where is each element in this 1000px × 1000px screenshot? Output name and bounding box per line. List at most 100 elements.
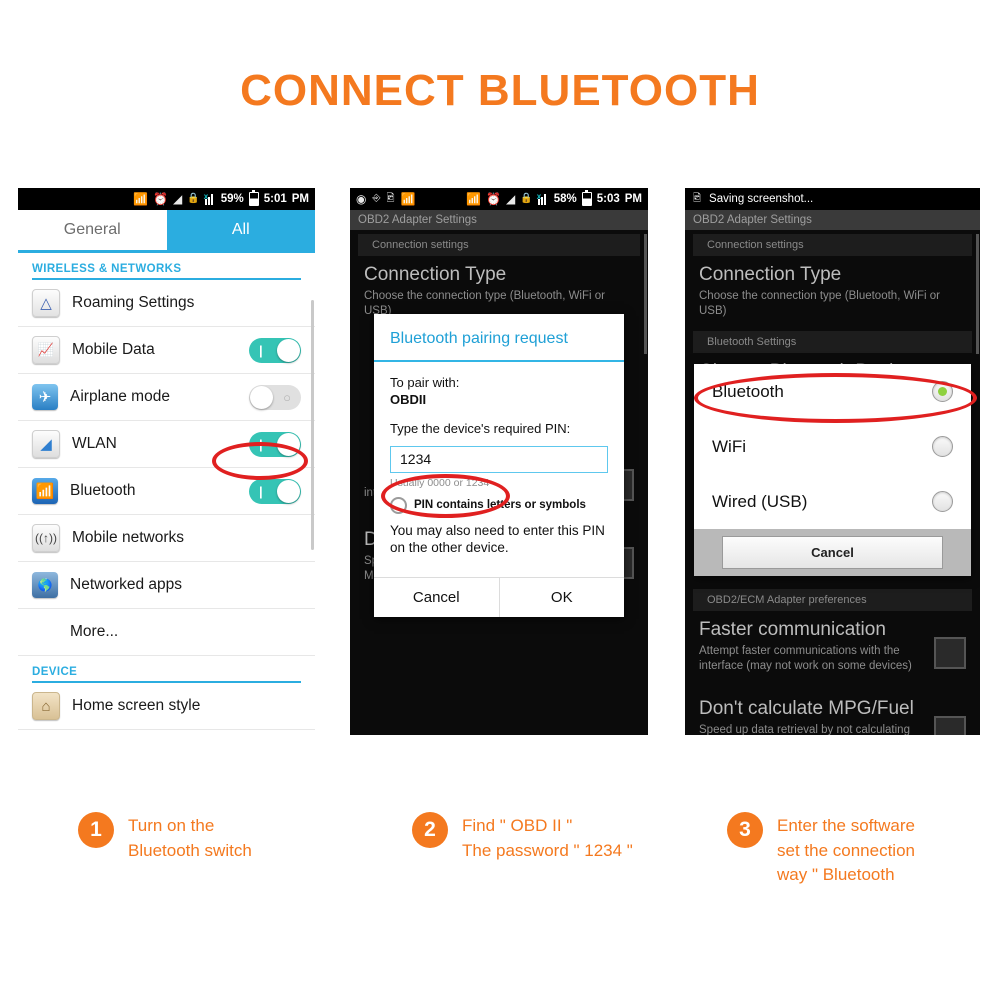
wifi-icon: ◢ <box>173 192 183 206</box>
settings-row-more[interactable]: More... <box>18 609 315 656</box>
bluetooth-icon: 📶 <box>133 192 149 206</box>
ok-button[interactable]: OK <box>500 578 625 617</box>
status-bar-3: 🖻 Saving screenshot... <box>685 188 980 210</box>
status-bar-1: 📶 ⏰ ◢ 🔒 x 59% 5:01 PM <box>18 188 315 210</box>
step-text: Find " OBD II " The password " 1234 " <box>462 812 633 863</box>
pref-title: Don't calculate MPG/Fuel <box>699 698 914 720</box>
dialog-buttons: Cancel OK <box>374 576 625 617</box>
clock-meridiem-2: PM <box>624 193 642 205</box>
roaming-icon: △ <box>32 289 60 317</box>
step-text-line: Turn on the <box>128 816 215 835</box>
option-label: Wired (USB) <box>712 491 808 511</box>
step-text-line: way " Bluetooth <box>777 865 895 885</box>
pref-title: Connection Type <box>699 264 842 285</box>
step-text-line: The password " 1234 " <box>462 840 633 860</box>
pref-mpg-3[interactable]: Don't calculate MPG/Fuel Speed up data r… <box>685 690 980 735</box>
app-title-bar-2: OBD2 Adapter Settings <box>350 210 648 230</box>
pin-prompt-label: Type the device's required PIN: <box>390 420 571 436</box>
signal-bars-icon: x <box>204 192 216 205</box>
battery-percent-1: 59% <box>220 193 244 205</box>
pref-summary: Speed up data retrieval by not calculati… <box>699 724 910 735</box>
pref-summary: Attempt faster communications with the i… <box>699 644 912 673</box>
signal-bars-icon: x <box>537 192 549 205</box>
saving-screenshot-text: Saving screenshot... <box>709 193 814 205</box>
section-header-device: DEVICE <box>32 666 78 678</box>
step-text: Enter the software set the connection wa… <box>777 812 915 888</box>
pair-device-name: OBDII <box>390 391 427 407</box>
sync-lock-icon: 🔒 <box>520 193 533 204</box>
step-number: 1 <box>78 812 114 848</box>
section-header-wireless: WIRELESS & NETWORKS <box>32 263 182 275</box>
settings-row-label: Roaming Settings <box>72 294 195 311</box>
bluetooth-toggle[interactable]: | <box>249 478 301 504</box>
settings-row-roaming[interactable]: △ Roaming Settings <box>18 280 315 327</box>
settings-row-sound[interactable]: 🔊 Sound <box>18 730 315 735</box>
pin-input[interactable]: 1234 <box>390 445 608 473</box>
cancel-button[interactable]: Cancel <box>374 577 500 617</box>
category-obd2-preferences: OBD2/ECM Adapter preferences <box>693 589 972 612</box>
step-number: 3 <box>727 812 763 848</box>
scrollbar[interactable] <box>311 300 314 550</box>
pref-summary: Choose the connection type (Bluetooth, W… <box>699 289 940 318</box>
clock-meridiem-1: PM <box>291 193 309 205</box>
sync-lock-icon: 🔒 <box>187 193 200 204</box>
highlight-pin-input <box>381 474 510 518</box>
caption-step-1: 1 Turn on the Bluetooth switch <box>78 812 252 863</box>
radio-icon[interactable] <box>932 491 953 512</box>
scrollbar[interactable] <box>644 234 647 354</box>
step-text-line: Bluetooth switch <box>128 840 252 860</box>
settings-row-label: Mobile Data <box>72 341 155 358</box>
bluetooth-icon: 📶 <box>466 192 482 206</box>
step-text-line: Enter the software <box>777 816 915 835</box>
settings-tabs: General All <box>18 210 315 253</box>
category-connection-settings-3: Connection settings <box>693 234 972 256</box>
option-label: WiFi <box>712 436 746 456</box>
settings-row-label: Bluetooth <box>70 482 136 499</box>
option-row-wired-usb[interactable]: Wired (USB) <box>694 474 971 529</box>
settings-row-label: More... <box>70 623 119 640</box>
settings-row-mobile-data[interactable]: 📈 Mobile Data | <box>18 327 315 374</box>
screenshot-icon: 🖻 <box>693 193 702 204</box>
settings-row-mobile-networks[interactable]: ((↑)) Mobile networks <box>18 515 315 562</box>
pref-faster-communication[interactable]: Faster communication Attempt faster comm… <box>685 611 980 680</box>
clock-time-2: 5:03 <box>596 193 620 205</box>
radio-icon[interactable] <box>932 436 953 457</box>
tab-all[interactable]: All <box>166 210 315 250</box>
settings-row-networked-apps[interactable]: 🌎 Networked apps <box>18 562 315 609</box>
mobile-data-icon: 📈 <box>32 336 60 364</box>
pair-with-label: To pair with: <box>390 375 460 390</box>
settings-row-airplane[interactable]: ✈ Airplane mode ○ <box>18 374 315 421</box>
step-text-line: set the connection <box>777 840 915 860</box>
category-bluetooth-settings: Bluetooth Settings <box>693 331 972 354</box>
bluetooth-connected-icon: 📶 <box>400 192 416 206</box>
battery-icon <box>581 190 592 206</box>
wlan-icon: ◢ <box>32 430 60 458</box>
phone-screenshot-2: ◉ ⎆ 🖻 📶 📶 ⏰ ◢ 🔒 x 58% 5:03 PM OBD2 Adapt… <box>350 188 648 735</box>
wifi-icon: ◢ <box>506 192 516 206</box>
alarm-icon: ⏰ <box>153 192 168 206</box>
app-title-bar-3: OBD2 Adapter Settings <box>685 210 980 230</box>
checkbox[interactable] <box>934 716 966 735</box>
caption-step-3: 3 Enter the software set the connection … <box>727 812 915 888</box>
pairing-note: You may also need to enter this PIN on t… <box>390 522 605 556</box>
option-row-wifi[interactable]: WiFi <box>694 419 971 474</box>
networked-apps-icon: 🌎 <box>32 572 58 598</box>
highlight-bluetooth-toggle <box>212 442 308 480</box>
caption-step-2: 2 Find " OBD II " The password " 1234 " <box>412 812 633 863</box>
tab-general[interactable]: General <box>18 210 167 250</box>
airplane-icon: ✈ <box>32 384 58 410</box>
bluetooth-icon: 📶 <box>32 478 58 504</box>
pref-connection-type-3[interactable]: Connection Type Choose the connection ty… <box>685 256 980 325</box>
airplane-toggle[interactable]: ○ <box>249 384 301 410</box>
highlight-bluetooth-option <box>694 373 977 423</box>
mobile-data-toggle[interactable]: | <box>249 337 301 363</box>
phone-screenshot-3: 🖻 Saving screenshot... OBD2 Adapter Sett… <box>685 188 980 735</box>
settings-row-label: Airplane mode <box>70 388 170 405</box>
settings-row-home-screen-style[interactable]: ⌂ Home screen style <box>18 683 315 730</box>
page-title: CONNECT BLUETOOTH <box>240 66 760 115</box>
checkbox[interactable] <box>934 637 966 670</box>
scrollbar[interactable] <box>976 234 979 354</box>
cancel-button[interactable]: Cancel <box>722 536 943 569</box>
step-number: 2 <box>412 812 448 848</box>
battery-icon <box>248 190 259 206</box>
